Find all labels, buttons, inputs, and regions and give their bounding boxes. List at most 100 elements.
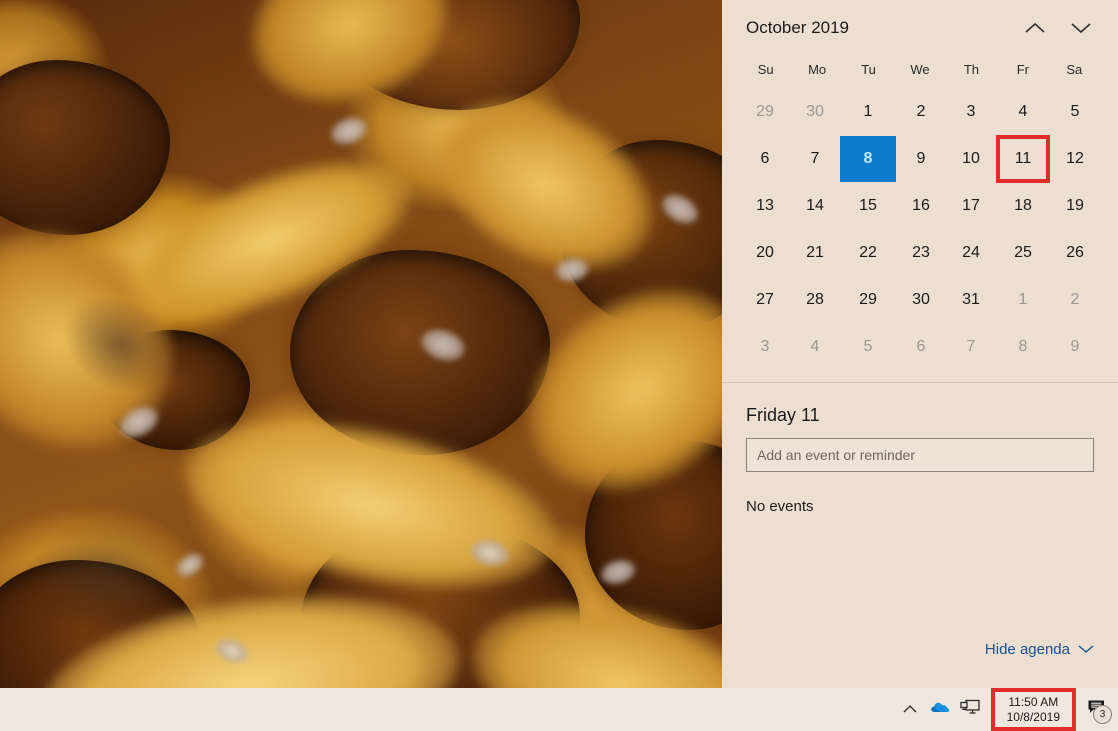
next-month-button[interactable] — [1058, 8, 1104, 48]
calendar-day[interactable]: 2 — [1050, 276, 1100, 323]
calendar-day[interactable]: 7 — [946, 323, 996, 370]
calendar-day-label: 25 — [1014, 243, 1032, 261]
calendar-day[interactable]: 16 — [896, 182, 946, 229]
calendar-day-label: 14 — [806, 196, 824, 214]
calendar-day-label: 4 — [810, 337, 820, 355]
calendar-day-label: 2 — [916, 102, 926, 120]
weekday-label: Su — [757, 62, 774, 77]
calendar-day-label: 27 — [756, 290, 774, 308]
calendar-day[interactable]: 19 — [1050, 182, 1100, 229]
calendar-day-label: 24 — [962, 243, 980, 261]
calendar-day[interactable]: 30 — [790, 88, 840, 135]
calendar-day-label: 18 — [1014, 196, 1032, 214]
calendar-day[interactable]: 3 — [946, 88, 996, 135]
calendar-day-label: 23 — [912, 243, 930, 261]
calendar-day[interactable]: 18 — [996, 182, 1050, 229]
calendar-day[interactable]: 26 — [1050, 229, 1100, 276]
calendar-day[interactable]: 6 — [896, 323, 946, 370]
calendar-day-label: 10 — [962, 149, 980, 167]
calendar-day[interactable]: 14 — [790, 182, 840, 229]
calendar-day[interactable]: 15 — [840, 182, 896, 229]
calendar-day[interactable]: 4 — [790, 323, 840, 370]
calendar-day[interactable]: 8 — [996, 323, 1050, 370]
calendar-day[interactable]: 30 — [896, 276, 946, 323]
calendar-day[interactable]: 28 — [790, 276, 840, 323]
onedrive-tray-button[interactable] — [925, 688, 955, 731]
calendar-day-label: 11 — [996, 134, 1050, 183]
chevron-down-icon — [1078, 641, 1094, 658]
calendar-day[interactable]: 12 — [1050, 135, 1100, 182]
calendar-day-label: 6 — [760, 149, 770, 167]
calendar-day-label: 22 — [859, 243, 877, 261]
calendar-day-label: 1 — [863, 102, 873, 120]
calendar-day[interactable]: 7 — [790, 135, 840, 182]
calendar-day[interactable]: 6 — [740, 135, 790, 182]
agenda-section: Friday 11 No events Hide agenda — [722, 383, 1118, 688]
calendar-day[interactable]: 24 — [946, 229, 996, 276]
calendar-section: October 2019 Su Mo Tu We Th Fr Sa 29 30 … — [722, 0, 1118, 383]
calendar-day[interactable]: 29 — [840, 276, 896, 323]
hide-agenda-button[interactable]: Hide agenda — [985, 641, 1094, 658]
calendar-day[interactable]: 22 — [840, 229, 896, 276]
wax-shadow — [30, 520, 180, 630]
calendar-day[interactable]: 5 — [1050, 88, 1100, 135]
taskbar-clock[interactable]: 11:50 AM 10/8/2019 — [990, 688, 1076, 731]
calendar-day[interactable]: 2 — [896, 88, 946, 135]
calendar-day-grid: 29 30 1 2 3 4 5 6 7 8 9 10 11 12 13 14 15 16 17 18 19 20 21 22 2… — [722, 88, 1118, 370]
calendar-day-label: 2 — [1070, 290, 1080, 308]
calendar-day[interactable]: 3 — [740, 323, 790, 370]
calendar-flyout: October 2019 Su Mo Tu We Th Fr Sa 29 30 … — [722, 0, 1118, 688]
calendar-day[interactable]: 1 — [996, 276, 1050, 323]
calendar-day-label: 7 — [810, 149, 820, 167]
calendar-day-label: 1 — [1018, 290, 1028, 308]
calendar-day[interactable]: 27 — [740, 276, 790, 323]
weekday-label: Fr — [1016, 62, 1029, 77]
show-hidden-icons-button[interactable] — [895, 688, 925, 731]
hide-agenda-label: Hide agenda — [984, 641, 1070, 658]
calendar-day-label: 8 — [840, 135, 896, 182]
calendar-day[interactable]: 23 — [896, 229, 946, 276]
calendar-day-label: 16 — [912, 196, 930, 214]
calendar-day-label: 6 — [916, 337, 926, 355]
weekday-header-row: Su Mo Tu We Th Fr Sa — [722, 56, 1118, 84]
calendar-day-label: 17 — [962, 196, 980, 214]
calendar-day[interactable]: 8 — [840, 135, 896, 182]
calendar-day[interactable]: 17 — [946, 182, 996, 229]
calendar-day-label: 15 — [859, 196, 877, 214]
remote-desktop-icon — [959, 698, 981, 721]
month-year-label[interactable]: October 2019 — [746, 18, 1012, 38]
calendar-day[interactable]: 9 — [1050, 323, 1100, 370]
previous-month-button[interactable] — [1012, 8, 1058, 48]
remote-desktop-tray-button[interactable] — [955, 688, 985, 731]
calendar-day[interactable]: 10 — [946, 135, 996, 182]
calendar-day[interactable]: 13 — [740, 182, 790, 229]
calendar-day-label: 13 — [756, 196, 774, 214]
calendar-day-label: 29 — [859, 290, 877, 308]
desktop-wallpaper — [0, 0, 722, 688]
calendar-day-label: 3 — [760, 337, 770, 355]
weekday-label: Tu — [861, 62, 876, 77]
calendar-day[interactable]: 29 — [740, 88, 790, 135]
calendar-day[interactable]: 4 — [996, 88, 1050, 135]
calendar-day-label: 5 — [863, 337, 873, 355]
action-center-button[interactable]: 3 — [1076, 688, 1118, 731]
calendar-day[interactable]: 31 — [946, 276, 996, 323]
system-tray: 11:50 AM 10/8/2019 3 — [895, 688, 1118, 731]
calendar-day[interactable]: 25 — [996, 229, 1050, 276]
weekday-label: Mo — [808, 62, 827, 77]
calendar-day[interactable]: 9 — [896, 135, 946, 182]
add-event-input[interactable] — [746, 438, 1094, 472]
calendar-day-label: 29 — [756, 102, 774, 120]
chevron-up-icon — [902, 701, 918, 719]
calendar-day-label: 12 — [1066, 149, 1084, 167]
agenda-date-title: Friday 11 — [746, 405, 820, 425]
weekday-label: We — [910, 62, 930, 77]
calendar-header: October 2019 — [722, 0, 1118, 56]
calendar-day[interactable]: 11 — [996, 134, 1050, 183]
calendar-day[interactable]: 20 — [740, 229, 790, 276]
chevron-up-icon — [1024, 21, 1046, 35]
clock-date: 10/8/2019 — [1006, 709, 1060, 724]
calendar-day[interactable]: 1 — [840, 88, 896, 135]
calendar-day[interactable]: 5 — [840, 323, 896, 370]
calendar-day[interactable]: 21 — [790, 229, 840, 276]
